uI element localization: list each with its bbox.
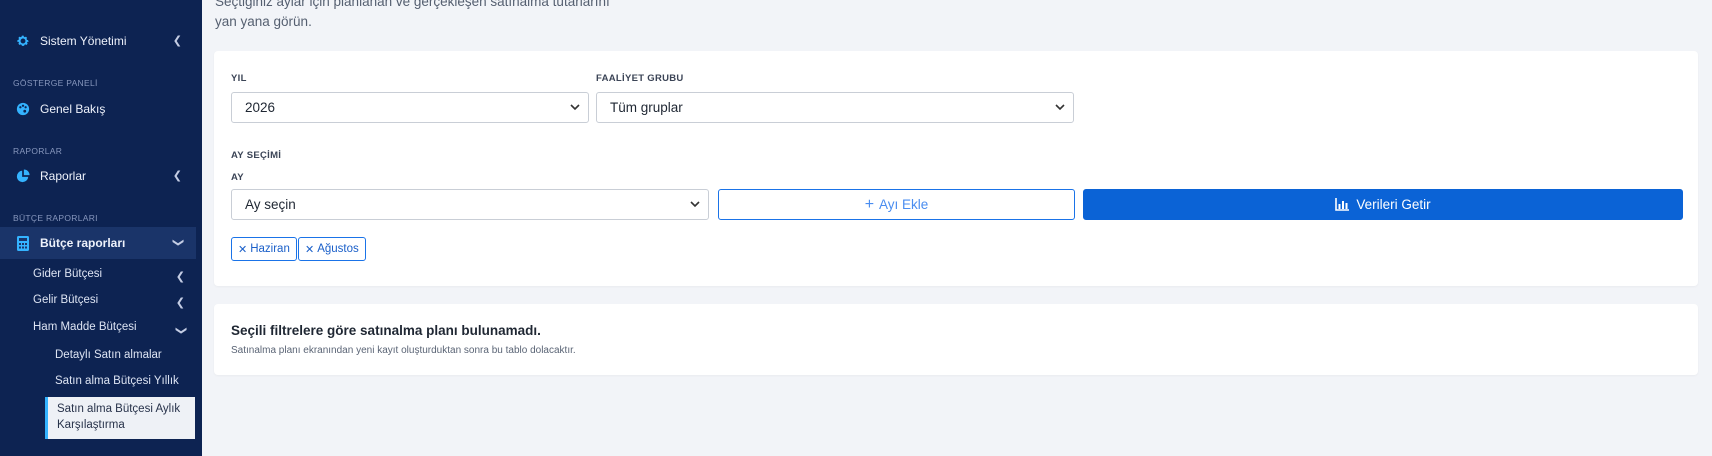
chevron-left-icon: ❮ <box>175 271 185 283</box>
bar-chart-icon <box>1335 198 1350 211</box>
chevron-left-icon: ❮ <box>172 170 182 182</box>
sidebar-item-label: Satın alma Bütçesi Aylık <box>57 403 181 415</box>
sidebar-item-label: Sistem Yönetimi <box>40 34 127 48</box>
description-line: Seçtiğiniz aylar için planlanan ve gerçe… <box>215 0 610 9</box>
chevron-down-icon: ❮ <box>174 325 187 336</box>
month-selection-label: AY SEÇİMİ <box>231 150 282 161</box>
month-select[interactable]: Ay seçin <box>231 189 709 220</box>
sidebar-item-label: Genel Bakış <box>40 102 106 116</box>
gear-icon <box>15 33 31 49</box>
sidebar-item-expense-budget[interactable]: Gider Bütçesi ❮ <box>33 268 193 283</box>
pie-chart-icon <box>15 168 31 184</box>
chevron-down-icon <box>1055 104 1065 111</box>
selected-month-chip[interactable]: ✕ Ağustos <box>298 237 366 261</box>
activity-group-label: FAALİYET GRUBU <box>596 73 684 84</box>
chevron-down-icon <box>570 104 580 111</box>
activity-group-select[interactable]: Tüm gruplar <box>596 92 1074 123</box>
sidebar-item-system-management[interactable]: Sistem Yönetimi ❮ <box>0 25 196 57</box>
year-label: YIL <box>231 73 247 84</box>
add-month-button[interactable]: + Ayı Ekle <box>718 189 1075 220</box>
filter-card: YIL 2026 FAALİYET GRUBU Tüm gruplar AY S… <box>214 51 1698 286</box>
empty-state-subtitle: Satınalma planı ekranından yeni kayıt ol… <box>231 345 576 356</box>
sidebar-item-label: Gider Bütçesi <box>33 268 103 280</box>
add-month-button-label: Ayı Ekle <box>879 197 929 212</box>
year-select[interactable]: 2026 <box>231 92 589 123</box>
sidebar-item-budget-reports[interactable]: Bütçe raporları ❮ <box>0 227 196 259</box>
plus-icon: + <box>864 195 875 213</box>
sidebar-item-label: Gelir Bütçesi <box>33 294 99 306</box>
close-icon[interactable]: ✕ <box>305 243 314 256</box>
section-label-reports: RAPORLAR <box>13 146 63 156</box>
sidebar-scroll-fragment <box>14 0 144 3</box>
chevron-down-icon: ❮ <box>171 237 184 248</box>
selected-month-chip[interactable]: ✕ Haziran <box>231 237 297 261</box>
sidebar-item-purchase-budget-monthly[interactable]: Satın alma Bütçesi Aylık Karşılaştırma <box>45 397 195 439</box>
sidebar-item-label: Ham Madde Bütçesi <box>33 321 137 333</box>
chevron-down-icon <box>690 201 700 208</box>
main-content: Seçtiğiniz aylar için planlanan ve gerçe… <box>202 0 1712 456</box>
close-icon[interactable]: ✕ <box>238 243 247 256</box>
chip-label: Ağustos <box>317 243 359 255</box>
section-label-dashboard: GÖSTERGE PANELİ <box>13 78 98 88</box>
empty-state-title: Seçili filtrelere göre satınalma planı b… <box>231 323 541 338</box>
sidebar-item-overview[interactable]: Genel Bakış <box>0 93 196 125</box>
year-select-value: 2026 <box>245 100 276 115</box>
description-line: yan yana görün. <box>215 14 312 29</box>
sidebar-item-purchase-budget-yearly[interactable]: Satın alma Bütçesi Yıllık <box>55 375 179 387</box>
empty-state-card: Seçili filtrelere göre satınalma planı b… <box>214 304 1698 375</box>
month-select-placeholder: Ay seçin <box>245 197 296 212</box>
chip-label: Haziran <box>250 243 290 255</box>
sidebar-item-raw-material-budget[interactable]: Ham Madde Bütçesi ❮ <box>33 321 193 336</box>
sidebar-item-label: Raporlar <box>40 169 87 183</box>
fetch-data-button-label: Verileri Getir <box>1356 197 1431 212</box>
calculator-icon <box>15 235 31 251</box>
sidebar-item-income-budget[interactable]: Gelir Bütçesi ❮ <box>33 294 193 309</box>
palette-icon <box>15 101 31 117</box>
chevron-left-icon: ❮ <box>172 35 182 47</box>
sidebar-item-label: Bütçe raporları <box>40 236 126 250</box>
sidebar-item-label: Karşılaştırma <box>57 419 125 431</box>
activity-group-select-value: Tüm gruplar <box>610 100 683 115</box>
fetch-data-button[interactable]: Verileri Getir <box>1083 189 1683 220</box>
sidebar-item-reports[interactable]: Raporlar ❮ <box>0 160 196 192</box>
month-label: AY <box>231 172 244 183</box>
page-description: Seçtiğiniz aylar için planlanan ve gerçe… <box>215 0 635 32</box>
sidebar-item-detailed-purchases[interactable]: Detaylı Satın almalar <box>55 349 162 361</box>
sidebar: Sistem Yönetimi ❮ GÖSTERGE PANELİ Genel … <box>0 0 202 456</box>
chevron-left-icon: ❮ <box>175 297 185 309</box>
section-label-budget-reports: BÜTÇE RAPORLARI <box>13 213 98 223</box>
